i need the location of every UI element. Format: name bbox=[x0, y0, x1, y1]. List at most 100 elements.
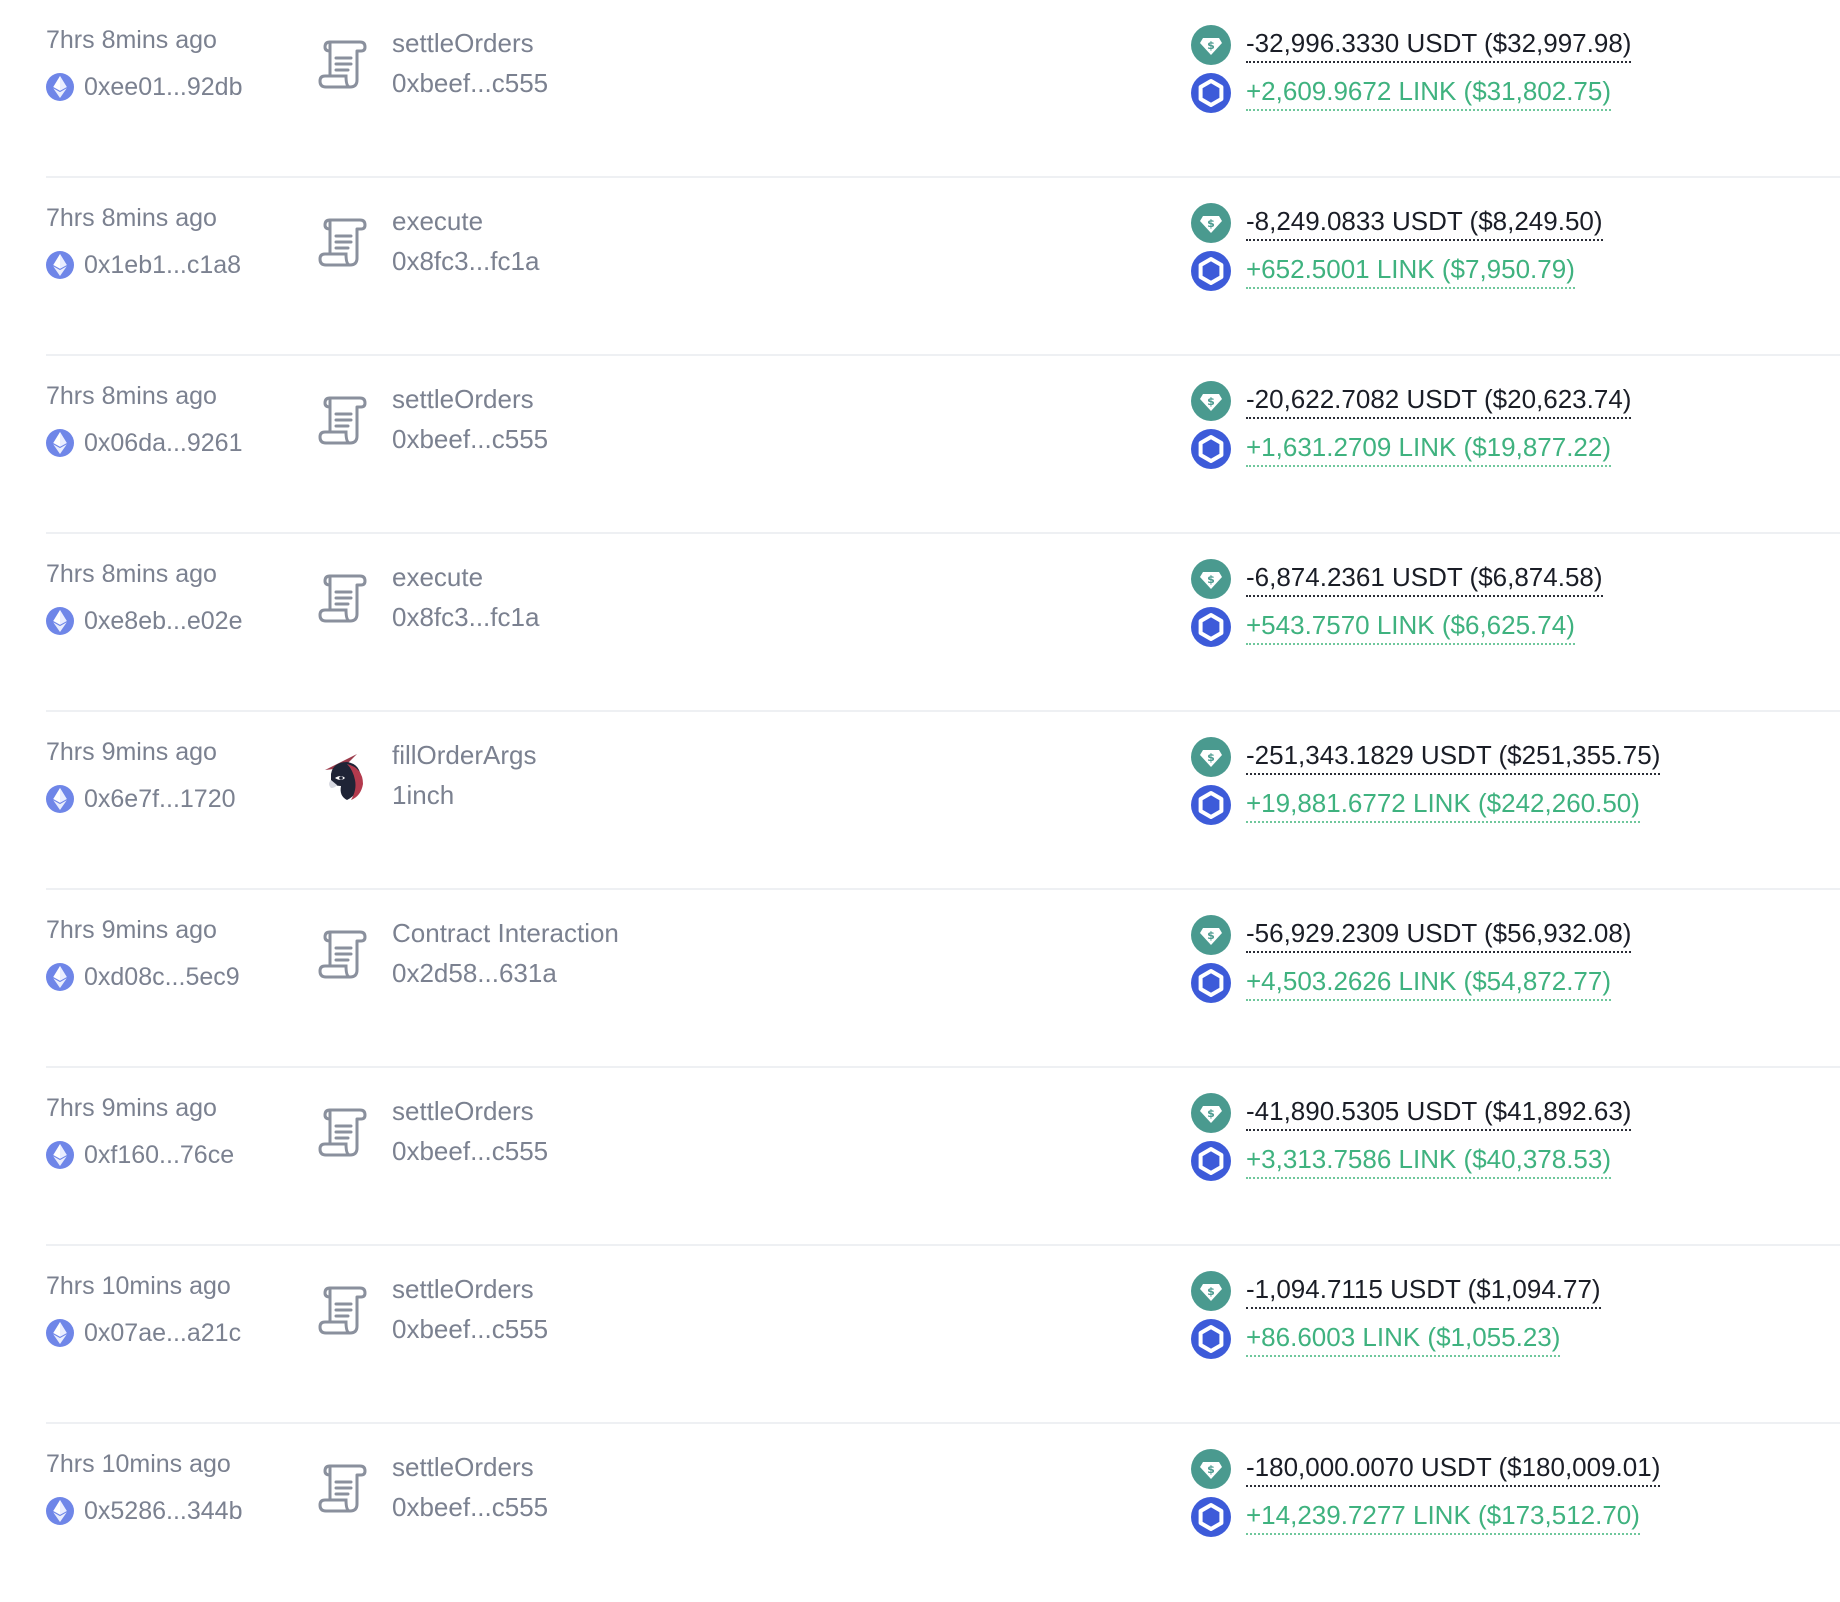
contract-scroll-icon bbox=[314, 392, 372, 450]
transaction-row: 7hrs 8mins ago 0x06da...9261 settleOrder… bbox=[0, 356, 1840, 534]
tx-contract-link[interactable]: 0xbeef...c555 bbox=[392, 424, 548, 455]
token-sent-amount[interactable]: -20,622.7082 USDT ($20,623.74) bbox=[1246, 384, 1632, 419]
tx-address[interactable]: 0xee01...92db bbox=[84, 73, 242, 102]
tx-address-link[interactable]: 0xd08c...5ec9 bbox=[46, 962, 240, 992]
link-token-icon bbox=[1190, 250, 1232, 292]
token-received-row: +14,239.7277 LINK ($173,512.70) bbox=[1190, 1496, 1640, 1538]
token-received-amount[interactable]: +652.5001 LINK ($7,950.79) bbox=[1246, 254, 1575, 289]
token-sent-row: $ -41,890.5305 USDT ($41,892.63) bbox=[1190, 1092, 1632, 1134]
1inch-unicorn-icon bbox=[314, 748, 372, 806]
tx-contract-link[interactable]: 0xbeef...c555 bbox=[392, 1136, 548, 1167]
token-received-row: +543.7570 LINK ($6,625.74) bbox=[1190, 606, 1575, 648]
link-token-icon bbox=[1190, 606, 1232, 648]
svg-text:$: $ bbox=[1207, 395, 1215, 408]
link-token-icon bbox=[1190, 72, 1232, 114]
tx-address[interactable]: 0xd08c...5ec9 bbox=[84, 963, 240, 992]
token-received-amount[interactable]: +4,503.2626 LINK ($54,872.77) bbox=[1246, 966, 1612, 1001]
token-received-amount[interactable]: +543.7570 LINK ($6,625.74) bbox=[1246, 610, 1575, 645]
tx-method: settleOrders bbox=[392, 28, 534, 58]
link-token-icon bbox=[1190, 784, 1232, 826]
tx-contract-link[interactable]: 0xbeef...c555 bbox=[392, 1492, 548, 1523]
token-sent-amount[interactable]: -180,000.0070 USDT ($180,009.01) bbox=[1246, 1452, 1661, 1487]
token-sent-row: $ -56,929.2309 USDT ($56,932.08) bbox=[1190, 914, 1632, 956]
tx-address[interactable]: 0xf160...76ce bbox=[84, 1141, 234, 1170]
transaction-row: 7hrs 10mins ago 0x07ae...a21c settleOrde… bbox=[0, 1246, 1840, 1424]
svg-text:$: $ bbox=[1207, 751, 1215, 764]
tx-contract-link[interactable]: 0x2d58...631a bbox=[392, 958, 557, 989]
contract-scroll-icon bbox=[314, 1104, 372, 1162]
tx-address[interactable]: 0x5286...344b bbox=[84, 1497, 242, 1526]
token-sent-amount[interactable]: -8,249.0833 USDT ($8,249.50) bbox=[1246, 206, 1603, 241]
ethereum-icon bbox=[46, 1141, 74, 1169]
tx-address-link[interactable]: 0x06da...9261 bbox=[46, 428, 242, 458]
token-received-row: +3,313.7586 LINK ($40,378.53) bbox=[1190, 1140, 1612, 1182]
tx-address[interactable]: 0x1eb1...c1a8 bbox=[84, 251, 241, 280]
token-sent-amount[interactable]: -41,890.5305 USDT ($41,892.63) bbox=[1246, 1096, 1632, 1131]
token-sent-row: $ -6,874.2361 USDT ($6,874.58) bbox=[1190, 558, 1603, 600]
ethereum-icon bbox=[46, 785, 74, 813]
tx-time: 7hrs 9mins ago bbox=[46, 1094, 217, 1122]
tx-address-link[interactable]: 0x6e7f...1720 bbox=[46, 784, 236, 814]
tx-contract-link[interactable]: 0xbeef...c555 bbox=[392, 1314, 548, 1345]
token-received-amount[interactable]: +86.6003 LINK ($1,055.23) bbox=[1246, 1322, 1561, 1357]
token-received-amount[interactable]: +1,631.2709 LINK ($19,877.22) bbox=[1246, 432, 1612, 467]
tx-contract-link[interactable]: 0x8fc3...fc1a bbox=[392, 602, 539, 633]
token-sent-row: $ -20,622.7082 USDT ($20,623.74) bbox=[1190, 380, 1632, 422]
token-sent-amount[interactable]: -32,996.3330 USDT ($32,997.98) bbox=[1246, 28, 1632, 63]
token-received-row: +4,503.2626 LINK ($54,872.77) bbox=[1190, 962, 1612, 1004]
svg-text:$: $ bbox=[1207, 1463, 1215, 1476]
ethereum-icon bbox=[46, 73, 74, 101]
tx-contract-link[interactable]: 0xbeef...c555 bbox=[392, 68, 548, 99]
svg-text:$: $ bbox=[1207, 929, 1215, 942]
usdt-token-icon: $ bbox=[1190, 558, 1232, 600]
token-sent-amount[interactable]: -6,874.2361 USDT ($6,874.58) bbox=[1246, 562, 1603, 597]
token-sent-row: $ -8,249.0833 USDT ($8,249.50) bbox=[1190, 202, 1603, 244]
token-received-amount[interactable]: +3,313.7586 LINK ($40,378.53) bbox=[1246, 1144, 1612, 1179]
token-received-row: +19,881.6772 LINK ($242,260.50) bbox=[1190, 784, 1640, 826]
tx-time: 7hrs 8mins ago bbox=[46, 560, 217, 588]
tx-address-link[interactable]: 0x5286...344b bbox=[46, 1496, 242, 1526]
transaction-row: 7hrs 9mins ago 0xd08c...5ec9 Contract In… bbox=[0, 890, 1840, 1068]
link-token-icon bbox=[1190, 1318, 1232, 1360]
token-sent-amount[interactable]: -1,094.7115 USDT ($1,094.77) bbox=[1246, 1274, 1601, 1309]
token-received-row: +652.5001 LINK ($7,950.79) bbox=[1190, 250, 1575, 292]
token-received-amount[interactable]: +19,881.6772 LINK ($242,260.50) bbox=[1246, 788, 1640, 823]
token-received-amount[interactable]: +14,239.7277 LINK ($173,512.70) bbox=[1246, 1500, 1640, 1535]
usdt-token-icon: $ bbox=[1190, 24, 1232, 66]
transaction-row: 7hrs 8mins ago 0xee01...92db settleOrder… bbox=[0, 0, 1840, 178]
svg-text:$: $ bbox=[1207, 1107, 1215, 1120]
transaction-row: 7hrs 8mins ago 0x1eb1...c1a8 execute 0x8… bbox=[0, 178, 1840, 356]
tx-method: fillOrderArgs bbox=[392, 740, 537, 770]
tx-method: execute bbox=[392, 206, 484, 236]
tx-address-link[interactable]: 0xf160...76ce bbox=[46, 1140, 234, 1170]
token-sent-amount[interactable]: -56,929.2309 USDT ($56,932.08) bbox=[1246, 918, 1632, 953]
token-received-amount[interactable]: +2,609.9672 LINK ($31,802.75) bbox=[1246, 76, 1612, 111]
tx-address-link[interactable]: 0x07ae...a21c bbox=[46, 1318, 241, 1348]
tx-address[interactable]: 0x07ae...a21c bbox=[84, 1319, 241, 1348]
tx-address[interactable]: 0x6e7f...1720 bbox=[84, 785, 236, 814]
tx-contract-link[interactable]: 1inch bbox=[392, 780, 454, 811]
tx-address-link[interactable]: 0x1eb1...c1a8 bbox=[46, 250, 241, 280]
tx-time: 7hrs 9mins ago bbox=[46, 916, 217, 944]
tx-method: settleOrders bbox=[392, 1274, 534, 1304]
token-received-row: +86.6003 LINK ($1,055.23) bbox=[1190, 1318, 1561, 1360]
usdt-token-icon: $ bbox=[1190, 914, 1232, 956]
transaction-row: 7hrs 8mins ago 0xe8eb...e02e execute 0x8… bbox=[0, 534, 1840, 712]
tx-address[interactable]: 0x06da...9261 bbox=[84, 429, 242, 458]
usdt-token-icon: $ bbox=[1190, 1092, 1232, 1134]
link-token-icon bbox=[1190, 1496, 1232, 1538]
tx-address-link[interactable]: 0xe8eb...e02e bbox=[46, 606, 242, 636]
usdt-token-icon: $ bbox=[1190, 1270, 1232, 1312]
tx-time: 7hrs 8mins ago bbox=[46, 204, 217, 232]
transaction-row: 7hrs 9mins ago 0xf160...76ce settleOrder… bbox=[0, 1068, 1840, 1246]
tx-method: settleOrders bbox=[392, 1096, 534, 1126]
tx-address-link[interactable]: 0xee01...92db bbox=[46, 72, 242, 102]
tx-address[interactable]: 0xe8eb...e02e bbox=[84, 607, 242, 636]
tx-time: 7hrs 8mins ago bbox=[46, 382, 217, 410]
ethereum-icon bbox=[46, 1319, 74, 1347]
token-sent-row: $ -180,000.0070 USDT ($180,009.01) bbox=[1190, 1448, 1661, 1490]
tx-contract-link[interactable]: 0x8fc3...fc1a bbox=[392, 246, 539, 277]
ethereum-icon bbox=[46, 607, 74, 635]
ethereum-icon bbox=[46, 963, 74, 991]
token-sent-amount[interactable]: -251,343.1829 USDT ($251,355.75) bbox=[1246, 740, 1661, 775]
